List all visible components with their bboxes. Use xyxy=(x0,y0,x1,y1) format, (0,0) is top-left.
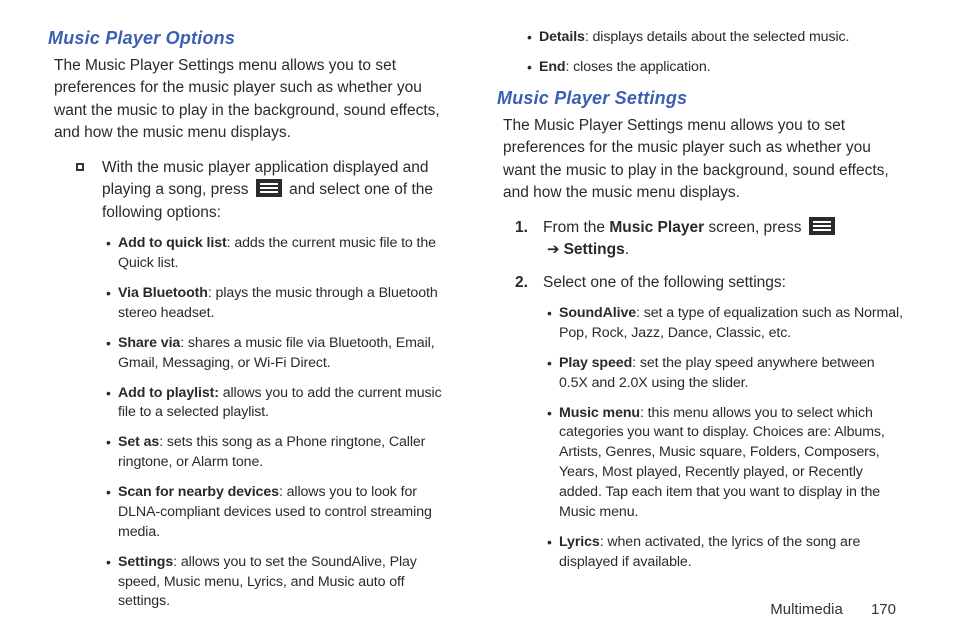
item-term: Lyrics xyxy=(559,534,600,550)
item-desc: : closes the application. xyxy=(566,59,711,75)
step1-pre: From the xyxy=(543,219,609,236)
item-term: Music menu xyxy=(559,405,640,421)
item-desc: : when activated, the lyrics of the song… xyxy=(559,534,860,570)
step2-text: Select one of the following settings: xyxy=(543,274,786,291)
list-item: SoundAlive: set a type of equalization s… xyxy=(547,304,906,344)
list-item: Music menu: this menu allows you to sele… xyxy=(547,404,906,523)
options-continued-list: Details: displays details about the sele… xyxy=(555,28,906,78)
square-bullet-icon xyxy=(76,163,84,171)
step-item: 2. Select one of the following settings: xyxy=(515,272,906,294)
list-item: End: closes the application. xyxy=(527,58,906,78)
item-term: Set as xyxy=(118,434,159,450)
item-desc: : this menu allows you to select which c… xyxy=(559,405,885,520)
options-list: Add to quick list: adds the current musi… xyxy=(106,234,457,612)
arrow-icon: ➔ xyxy=(547,241,560,258)
item-term: Play speed xyxy=(559,355,632,371)
footer-section: Multimedia xyxy=(770,601,843,618)
options-intro: The Music Player Settings menu allows yo… xyxy=(54,55,457,145)
item-term: Add to playlist: xyxy=(118,385,219,401)
list-item: Scan for nearby devices: allows you to l… xyxy=(106,483,457,543)
section-heading-settings: Music Player Settings xyxy=(497,88,906,109)
list-item: Via Bluetooth: plays the music through a… xyxy=(106,284,457,324)
step-item: 1. From the Music Player screen, press ➔… xyxy=(515,217,906,262)
list-item: Add to playlist: allows you to add the c… xyxy=(106,384,457,424)
list-item: Share via: shares a music file via Bluet… xyxy=(106,334,457,374)
step1-mid: screen, press xyxy=(704,219,806,236)
right-column: Details: displays details about the sele… xyxy=(497,28,906,622)
item-term: Share via xyxy=(118,335,180,351)
page-columns: Music Player Options The Music Player Se… xyxy=(48,28,906,622)
list-item: Lyrics: when activated, the lyrics of th… xyxy=(547,533,906,573)
item-term: End xyxy=(539,59,566,75)
list-item: Set as: sets this song as a Phone ringto… xyxy=(106,433,457,473)
item-term: Add to quick list xyxy=(118,235,227,251)
item-term: Via Bluetooth xyxy=(118,285,208,301)
item-term: Scan for nearby devices xyxy=(118,484,279,500)
item-desc: : sets this song as a Phone ringtone, Ca… xyxy=(118,434,425,470)
list-item: Add to quick list: adds the current musi… xyxy=(106,234,457,274)
settings-list: SoundAlive: set a type of equalization s… xyxy=(547,304,906,573)
menu-icon xyxy=(809,217,835,235)
step1-end: . xyxy=(625,241,629,258)
step1-settings: Settings xyxy=(564,241,625,258)
list-item: Details: displays details about the sele… xyxy=(527,28,906,48)
item-term: SoundAlive xyxy=(559,305,636,321)
menu-icon xyxy=(256,179,282,197)
footer-page-number: 170 xyxy=(871,601,896,618)
page-footer: Multimedia 170 xyxy=(770,601,896,618)
item-term: Details xyxy=(539,29,585,45)
list-item: Settings: allows you to set the SoundAli… xyxy=(106,553,457,613)
list-item: Play speed: set the play speed anywhere … xyxy=(547,354,906,394)
options-lead-row: With the music player application displa… xyxy=(76,157,457,224)
settings-steps: 1. From the Music Player screen, press ➔… xyxy=(515,217,906,294)
section-heading-options: Music Player Options xyxy=(48,28,457,49)
options-lead-text: With the music player application displa… xyxy=(102,157,457,224)
left-column: Music Player Options The Music Player Se… xyxy=(48,28,457,622)
item-desc: : displays details about the selected mu… xyxy=(585,29,850,45)
step-number: 2. xyxy=(515,272,528,294)
settings-intro: The Music Player Settings menu allows yo… xyxy=(503,115,906,205)
step-number: 1. xyxy=(515,217,528,239)
item-term: Settings xyxy=(118,554,173,570)
step1-music-player: Music Player xyxy=(609,219,704,236)
